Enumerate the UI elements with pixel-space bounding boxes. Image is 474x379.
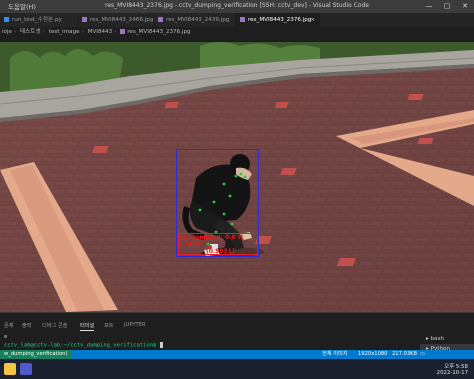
status-filesize: 217.03KB [392,351,418,357]
tab-terminal[interactable]: 터미널 [80,322,95,331]
terminal-line: e [4,334,8,340]
breadcrumb-item[interactable]: MVI8443 [88,29,113,35]
status-bar: w_dumping_verification) 전체 이미지 1920x1080… [0,350,474,359]
file-explorer-icon[interactable] [4,363,16,375]
tab-res-2466[interactable]: res_MVI8443_2466.jpg [78,13,154,27]
notification-icon[interactable]: ▭ [420,350,425,359]
tab-label: run_test_수정본.py [12,17,62,23]
tab-debug-console[interactable]: 디버그 콘솔 [42,322,68,329]
tab-label: res_MVI8443_2466.jpg [90,17,154,23]
tab-label: res_MVI8443_2376.jpg [248,17,312,23]
terminal-prompt-text: cctv_lab@cctv-lab:~/cctv_dumping_verific… [4,342,160,349]
remote-indicator[interactable]: w_dumping_verification) [0,350,72,359]
breadcrumb-item[interactable]: 테스트셋 [20,29,41,35]
tab-run-test[interactable]: run_test_수정본.py [0,13,78,27]
clock-date[interactable]: 2022-10-17 [437,370,468,376]
status-zoom[interactable]: 전체 이미지 [322,350,348,359]
close-window-button[interactable]: ✕ [456,0,474,13]
minimize-button[interactable]: — [420,0,438,13]
breadcrumb-item[interactable]: test_image [49,29,80,35]
tab-ports[interactable]: 포트 [104,322,114,329]
tab-res-2376[interactable]: res_MVI8443_2376.jpg × [236,13,320,27]
windows-taskbar: 오후 5:58 2022-10-17 [0,359,474,379]
breadcrumb-item[interactable]: ioje [2,29,12,35]
breadcrumb: ioje › 테스트셋 › test_image › MVI8443 › res_MVI… [0,27,474,38]
image-file-icon [82,17,87,22]
terminal-cursor [159,342,163,348]
detection-label-line2: 0.4498 [178,241,202,248]
session-label: bash [430,336,445,342]
image-file-icon [158,17,163,22]
window-title: res_MVI8443_2376.jpg - cctv_dumping_veri… [105,1,369,9]
terminal-session-bash[interactable]: ▸ bash [420,334,474,344]
image-file-icon [240,17,245,22]
tab-jupyter[interactable]: JUPYTER [124,322,146,328]
clock-time[interactable]: 오후 5:58 [444,362,468,370]
tab-output[interactable]: 출력 [22,322,32,329]
breadcrumb-item[interactable]: res_MVI8443_2376.jpg [127,29,190,35]
detection-label-line1: ive Dumping: 0.0 tt [178,234,244,241]
close-tab-icon[interactable]: × [310,13,315,27]
tab-problems[interactable]: 문제 [4,322,14,329]
title-bar: 도움말(H) res_MVI8443_2376.jpg - cctv_dumpi… [0,0,474,13]
teams-icon[interactable] [20,363,32,375]
maximize-button[interactable]: ▢ [438,0,456,13]
python-file-icon [4,17,9,22]
terminal-prompt[interactable]: cctv_lab@cctv-lab:~/cctv_dumping_verific… [4,342,163,349]
status-dimensions: 1920x1080 [358,351,388,357]
tab-res-2439[interactable]: res_MVI8443_2439.jpg [154,13,236,27]
tab-label: res_MVI8443_2439.jpg [166,17,230,23]
editor-tab-bar: run_test_수정본.py res_MVI8443_2466.jpg res… [0,13,474,27]
image-file-icon [120,29,126,34]
detection-confidence: (0.9931) [206,248,235,255]
image-preview[interactable]: ive Dumping: 0.0 tt 0.4498 (0.9931) [0,38,474,312]
